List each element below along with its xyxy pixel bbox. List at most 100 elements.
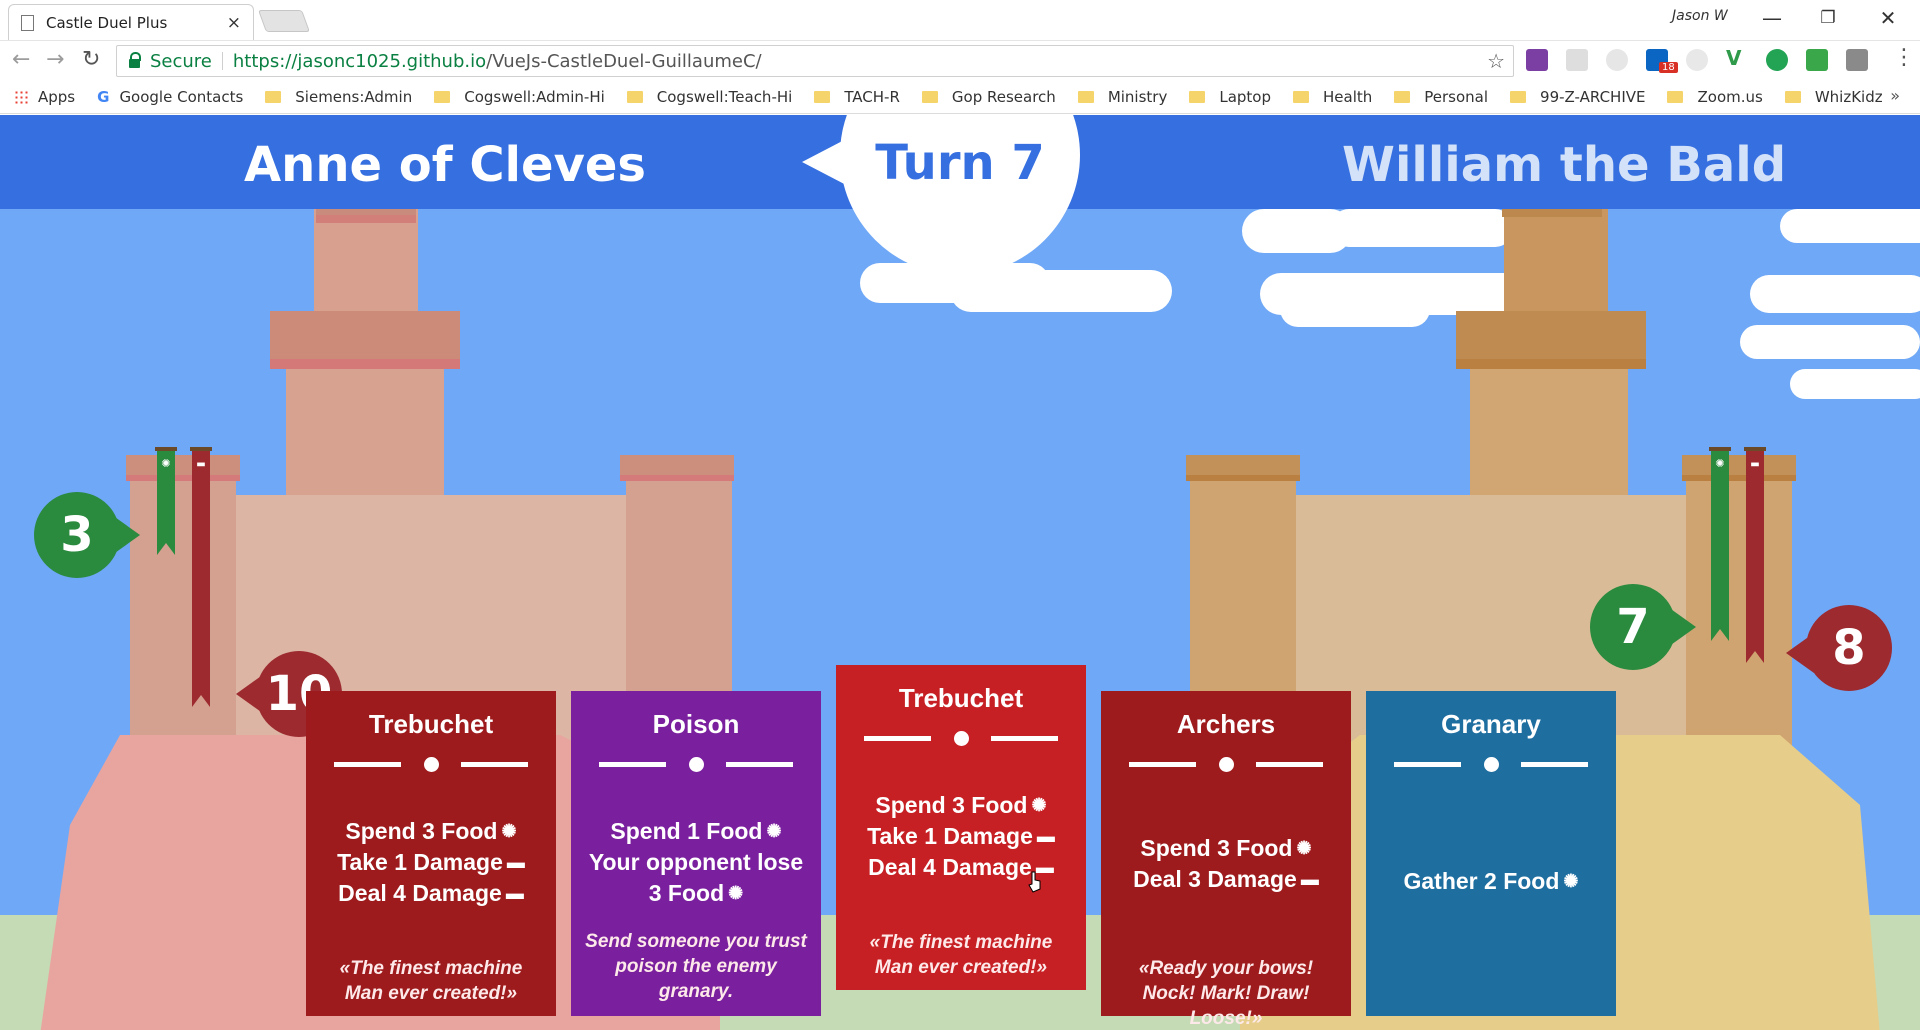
bookmark-label: Cogswell:Teach-Hi xyxy=(656,87,793,106)
bookmark-item[interactable]: 99-Z-ARCHIVE xyxy=(1510,88,1645,106)
window-close-button[interactable]: ✕ xyxy=(1868,6,1908,30)
bookmark-item[interactable]: Personal xyxy=(1394,88,1488,106)
bookmarks-overflow-icon[interactable]: » xyxy=(1890,86,1900,105)
bookmark-label: Laptop xyxy=(1219,87,1271,106)
folder-icon xyxy=(1784,90,1801,103)
minimize-button[interactable]: — xyxy=(1752,6,1792,30)
card-flavor-text: «Ready your bows! Nock! Mark! Draw! Loos… xyxy=(1138,958,1314,1029)
card-effect-text: Your opponent lose xyxy=(588,849,804,875)
svg-text:▬: ▬ xyxy=(196,459,205,470)
google-icon: G xyxy=(97,87,110,106)
extension-icon[interactable] xyxy=(1846,49,1868,71)
card-divider xyxy=(1394,757,1588,772)
bookmark-item[interactable]: Health xyxy=(1293,88,1372,106)
page-icon xyxy=(21,14,34,31)
back-icon[interactable]: ← xyxy=(12,47,30,72)
bookmark-item[interactable]: G Google Contacts xyxy=(97,88,243,106)
bookmark-item[interactable]: Gop Research xyxy=(921,88,1056,106)
url-host: https://jasonc1025.github.io xyxy=(232,50,487,72)
profile-name[interactable]: Jason W xyxy=(1672,8,1728,24)
player1-name: Anne of Cleves xyxy=(244,137,646,193)
card-title: Trebuchet xyxy=(368,709,494,739)
bookmark-item[interactable]: WhizKidz xyxy=(1784,87,1883,106)
bookmark-apps[interactable]: Apps xyxy=(14,88,75,106)
player2-food-counter: 7 xyxy=(1590,584,1696,670)
cloud xyxy=(1750,275,1920,313)
wheat-icon: ✺ xyxy=(1563,871,1579,891)
bricks-icon: ▬ xyxy=(1300,869,1319,889)
svg-text:✺: ✺ xyxy=(1715,457,1724,470)
tab-title: Castle Duel Plus xyxy=(46,13,168,32)
card-divider xyxy=(864,731,1058,746)
vue-icon[interactable]: V xyxy=(1726,46,1748,70)
bookmark-item[interactable]: Siemens:Admin xyxy=(265,88,412,106)
wheat-icon: ✺ xyxy=(1296,838,1312,858)
card-granary[interactable]: Granary Gather 2 Food ✺ xyxy=(1366,691,1616,1016)
browser-tab[interactable]: Castle Duel Plus × xyxy=(8,4,254,40)
notification-badge: 18 xyxy=(1659,62,1678,73)
extension-icon[interactable] xyxy=(1686,49,1708,71)
hand-cursor-icon xyxy=(1028,871,1041,893)
bookmark-label: WhizKidz xyxy=(1814,87,1883,106)
card-archers[interactable]: Archers Spend 3 Food ✺ Deal 3 Damage ▬ «Ready… xyxy=(1101,691,1351,1029)
card-trebuchet[interactable]: Trebuchet Spend 3 Food ✺ Take 1 Damage ▬ Deal… xyxy=(836,665,1086,990)
wheat-icon: ✺ xyxy=(728,883,744,903)
browser-menu-icon[interactable]: ⋮ xyxy=(1893,45,1915,70)
address-bar[interactable]: Secure https://jasonc1025.github.io /Vue… xyxy=(116,45,1514,77)
reload-icon[interactable]: ↻ xyxy=(82,47,100,72)
card-effect-text: Deal 3 Damage xyxy=(1133,866,1297,892)
cloud xyxy=(1280,291,1430,327)
card-divider xyxy=(599,757,793,772)
new-tab-button[interactable] xyxy=(257,10,311,32)
cloud xyxy=(1740,325,1920,359)
card-effect-line: Your opponent lose xyxy=(579,847,813,878)
card-divider xyxy=(334,757,528,772)
bookmark-item[interactable]: Laptop xyxy=(1189,88,1271,106)
player1-health-banner: ▬ xyxy=(190,447,212,709)
card-effect-line: Gather 2 Food ✺ xyxy=(1374,866,1608,897)
card-description: Spend 3 Food ✺ Deal 3 Damage ▬ xyxy=(1109,833,1343,895)
onenote-icon[interactable] xyxy=(1526,49,1548,71)
cors-icon[interactable] xyxy=(1806,49,1828,71)
card-trebuchet[interactable]: Trebuchet Spend 3 Food ✺ Take 1 Damage ▬ Deal… xyxy=(306,691,556,1016)
url-path: /VueJs-CastleDuel-GuillaumeC/ xyxy=(486,50,762,72)
bookmark-star-icon[interactable]: ☆ xyxy=(1487,49,1505,73)
card-divider xyxy=(1129,757,1323,772)
restore-button[interactable]: ❐ xyxy=(1808,8,1848,28)
bookmark-label: Google Contacts xyxy=(119,87,244,106)
folder-icon xyxy=(921,90,938,103)
extension-icon[interactable] xyxy=(1766,49,1788,71)
player1-food-banner: ✺ xyxy=(155,447,177,557)
bookmark-item[interactable]: Ministry xyxy=(1077,88,1167,106)
bookmark-item[interactable]: Cogswell:Admin-Hi xyxy=(434,88,605,106)
card-description: Spend 3 Food ✺ Take 1 Damage ▬ Deal 4 Damage… xyxy=(314,816,548,909)
card-effect-text: Gather 2 Food xyxy=(1403,868,1560,894)
forward-icon[interactable]: → xyxy=(46,47,64,72)
folder-icon xyxy=(626,90,643,103)
extension-icon[interactable] xyxy=(1566,49,1588,71)
card-effect-line: Spend 1 Food ✺ xyxy=(579,816,813,847)
bricks-icon: ▬ xyxy=(506,852,525,872)
folder-icon xyxy=(814,90,831,103)
extension-icon[interactable] xyxy=(1606,49,1628,71)
card-effect-line: Spend 3 Food ✺ xyxy=(1109,833,1343,864)
card-flavor-text: Send someone you trust poison the enemy … xyxy=(585,931,807,1002)
player2-health-banner: ▬ xyxy=(1744,447,1766,665)
bookmark-label: Siemens:Admin xyxy=(295,87,413,106)
bookmark-item[interactable]: TACH-R xyxy=(814,88,900,106)
wheat-icon: ✺ xyxy=(501,821,517,841)
card-effect-text: Spend 3 Food xyxy=(1140,835,1293,861)
card-title: Poison xyxy=(652,709,740,739)
card-effect-text: 3 Food xyxy=(648,880,725,906)
card-title: Granary xyxy=(1441,709,1541,739)
card-effect-line: Deal 4 Damage ▬ xyxy=(844,852,1078,883)
wheat-icon: ✺ xyxy=(1031,795,1047,815)
card-effect-text: Spend 3 Food xyxy=(875,792,1028,818)
turn-indicator: Turn 7 xyxy=(875,135,1045,191)
card-poison[interactable]: Poison Spend 1 Food ✺ Your opponent lose 3 F… xyxy=(571,691,821,1016)
tab-close-icon[interactable]: × xyxy=(227,13,241,33)
bookmark-item[interactable]: Zoom.us xyxy=(1667,88,1763,106)
card-description: Spend 1 Food ✺ Your opponent lose 3 Food ✺ xyxy=(579,816,813,909)
lock-icon xyxy=(129,52,141,68)
bookmark-item[interactable]: Cogswell:Teach-Hi xyxy=(626,87,793,106)
